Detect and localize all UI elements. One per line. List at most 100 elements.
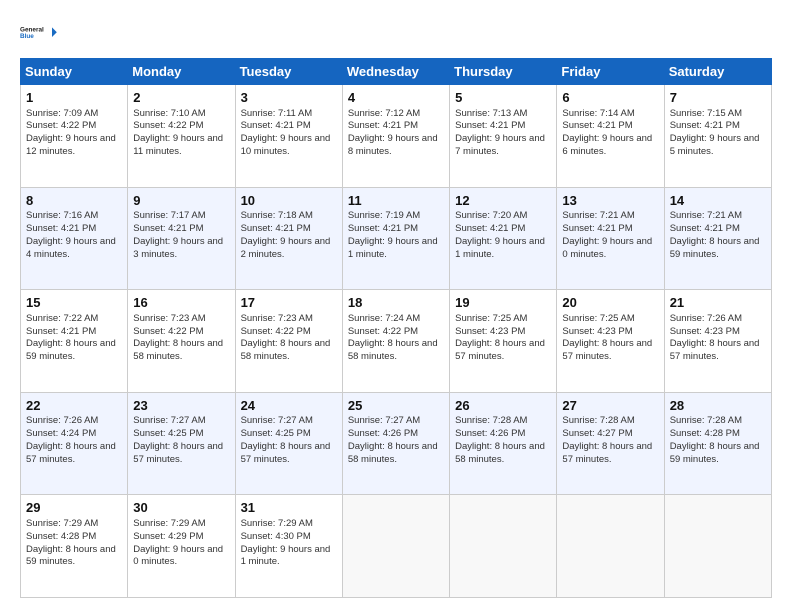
daylight-label: Daylight: 9 hours and 4 minutes. (26, 236, 116, 260)
daylight-label: Daylight: 9 hours and 1 minute. (348, 236, 438, 260)
sunrise-label: Sunrise: 7:17 AM (133, 210, 205, 221)
sunrise-label: Sunrise: 7:21 AM (562, 210, 634, 221)
calendar-header-row: SundayMondayTuesdayWednesdayThursdayFrid… (21, 59, 772, 85)
daylight-label: Daylight: 9 hours and 2 minutes. (241, 236, 331, 260)
calendar-cell: 22Sunrise: 7:26 AMSunset: 4:24 PMDayligh… (21, 392, 128, 495)
daylight-label: Daylight: 9 hours and 12 minutes. (26, 133, 116, 157)
daylight-label: Daylight: 8 hours and 59 minutes. (670, 236, 760, 260)
sunset-label: Sunset: 4:22 PM (133, 326, 203, 337)
col-header-friday: Friday (557, 59, 664, 85)
sunset-label: Sunset: 4:29 PM (133, 531, 203, 542)
calendar-cell: 31Sunrise: 7:29 AMSunset: 4:30 PMDayligh… (235, 495, 342, 598)
day-number: 30 (133, 499, 229, 517)
sunrise-label: Sunrise: 7:16 AM (26, 210, 98, 221)
calendar-cell: 7Sunrise: 7:15 AMSunset: 4:21 PMDaylight… (664, 85, 771, 188)
day-number: 18 (348, 294, 444, 312)
daylight-label: Daylight: 9 hours and 5 minutes. (670, 133, 760, 157)
sunrise-label: Sunrise: 7:21 AM (670, 210, 742, 221)
sunset-label: Sunset: 4:21 PM (455, 120, 525, 131)
calendar-table: SundayMondayTuesdayWednesdayThursdayFrid… (20, 58, 772, 598)
sunrise-label: Sunrise: 7:20 AM (455, 210, 527, 221)
calendar-week-row: 29Sunrise: 7:29 AMSunset: 4:28 PMDayligh… (21, 495, 772, 598)
page-header: General Blue (20, 18, 772, 48)
svg-text:General: General (20, 26, 44, 33)
calendar-cell: 27Sunrise: 7:28 AMSunset: 4:27 PMDayligh… (557, 392, 664, 495)
sunset-label: Sunset: 4:21 PM (670, 223, 740, 234)
day-number: 4 (348, 89, 444, 107)
sunset-label: Sunset: 4:30 PM (241, 531, 311, 542)
day-number: 13 (562, 192, 658, 210)
day-number: 26 (455, 397, 551, 415)
calendar-cell: 18Sunrise: 7:24 AMSunset: 4:22 PMDayligh… (342, 290, 449, 393)
daylight-label: Daylight: 8 hours and 59 minutes. (26, 544, 116, 568)
day-number: 22 (26, 397, 122, 415)
day-number: 12 (455, 192, 551, 210)
logo-svg: General Blue (20, 18, 58, 48)
day-number: 2 (133, 89, 229, 107)
day-number: 31 (241, 499, 337, 517)
sunrise-label: Sunrise: 7:26 AM (670, 313, 742, 324)
daylight-label: Daylight: 9 hours and 3 minutes. (133, 236, 223, 260)
sunset-label: Sunset: 4:22 PM (348, 326, 418, 337)
sunset-label: Sunset: 4:21 PM (455, 223, 525, 234)
calendar-cell: 6Sunrise: 7:14 AMSunset: 4:21 PMDaylight… (557, 85, 664, 188)
calendar-cell: 9Sunrise: 7:17 AM Sunset: 4:21 PM Daylight… (128, 187, 235, 290)
sunset-label: Sunset: 4:21 PM (348, 120, 418, 131)
daylight-label: Daylight: 9 hours and 1 minute. (455, 236, 545, 260)
daylight-label: Daylight: 9 hours and 0 minutes. (133, 544, 223, 568)
calendar-cell: 1Sunrise: 7:09 AMSunset: 4:22 PMDaylight… (21, 85, 128, 188)
calendar-week-row: 22Sunrise: 7:26 AMSunset: 4:24 PMDayligh… (21, 392, 772, 495)
daylight-label: Daylight: 8 hours and 57 minutes. (26, 441, 116, 465)
calendar-cell: 11Sunrise: 7:19 AMSunset: 4:21 PMDayligh… (342, 187, 449, 290)
day-number: 9 (133, 192, 229, 210)
calendar-cell (664, 495, 771, 598)
daylight-label: Daylight: 8 hours and 58 minutes. (348, 338, 438, 362)
sunset-label: Sunset: 4:21 PM (562, 223, 632, 234)
day-number: 11 (348, 192, 444, 210)
calendar-cell: 12Sunrise: 7:20 AM Sunset: 4:21 PM Dayligh… (450, 187, 557, 290)
calendar-cell: 19Sunrise: 7:25 AMSunset: 4:23 PMDayligh… (450, 290, 557, 393)
daylight-label: Daylight: 9 hours and 0 minutes. (562, 236, 652, 260)
calendar-cell: 21Sunrise: 7:26 AMSunset: 4:23 PMDayligh… (664, 290, 771, 393)
calendar-cell: 2Sunrise: 7:10 AMSunset: 4:22 PMDaylight… (128, 85, 235, 188)
sunset-label: Sunset: 4:21 PM (133, 223, 203, 234)
logo: General Blue (20, 18, 58, 48)
calendar-week-row: 1Sunrise: 7:09 AMSunset: 4:22 PMDaylight… (21, 85, 772, 188)
calendar-cell: 15Sunrise: 7:22 AMSunset: 4:21 PMDayligh… (21, 290, 128, 393)
calendar-cell: 17Sunrise: 7:23 AMSunset: 4:22 PMDayligh… (235, 290, 342, 393)
day-number: 1 (26, 89, 122, 107)
daylight-label: Daylight: 8 hours and 57 minutes. (562, 441, 652, 465)
sunrise-label: Sunrise: 7:10 AM (133, 108, 205, 119)
sunrise-label: Sunrise: 7:29 AM (26, 518, 98, 529)
daylight-label: Daylight: 8 hours and 57 minutes. (241, 441, 331, 465)
day-number: 3 (241, 89, 337, 107)
sunset-label: Sunset: 4:21 PM (26, 326, 96, 337)
sunset-label: Sunset: 4:21 PM (241, 223, 311, 234)
col-header-thursday: Thursday (450, 59, 557, 85)
day-number: 27 (562, 397, 658, 415)
calendar-cell: 10Sunrise: 7:18 AMSunset: 4:21 PMDayligh… (235, 187, 342, 290)
sunset-label: Sunset: 4:21 PM (26, 223, 96, 234)
sunrise-label: Sunrise: 7:09 AM (26, 108, 98, 119)
calendar-cell: 24Sunrise: 7:27 AMSunset: 4:25 PMDayligh… (235, 392, 342, 495)
col-header-saturday: Saturday (664, 59, 771, 85)
calendar-cell: 14Sunrise: 7:21 AMSunset: 4:21 PMDayligh… (664, 187, 771, 290)
calendar-cell: 8Sunrise: 7:16 AMSunset: 4:21 PMDaylight… (21, 187, 128, 290)
daylight-label: Daylight: 8 hours and 57 minutes. (670, 338, 760, 362)
daylight-label: Daylight: 8 hours and 57 minutes. (133, 441, 223, 465)
sunrise-label: Sunrise: 7:22 AM (26, 313, 98, 324)
day-number: 7 (670, 89, 766, 107)
daylight-label: Daylight: 8 hours and 57 minutes. (455, 338, 545, 362)
calendar-cell: 20Sunrise: 7:25 AMSunset: 4:23 PMDayligh… (557, 290, 664, 393)
daylight-label: Daylight: 9 hours and 10 minutes. (241, 133, 331, 157)
day-number: 23 (133, 397, 229, 415)
sunset-label: Sunset: 4:28 PM (26, 531, 96, 542)
calendar-week-row: 15Sunrise: 7:22 AMSunset: 4:21 PMDayligh… (21, 290, 772, 393)
calendar-cell (557, 495, 664, 598)
sunrise-label: Sunrise: 7:28 AM (455, 415, 527, 426)
daylight-label: Daylight: 9 hours and 7 minutes. (455, 133, 545, 157)
sunrise-label: Sunrise: 7:23 AM (241, 313, 313, 324)
sunset-label: Sunset: 4:23 PM (455, 326, 525, 337)
calendar-cell: 28Sunrise: 7:28 AMSunset: 4:28 PMDayligh… (664, 392, 771, 495)
daylight-label: Daylight: 9 hours and 6 minutes. (562, 133, 652, 157)
